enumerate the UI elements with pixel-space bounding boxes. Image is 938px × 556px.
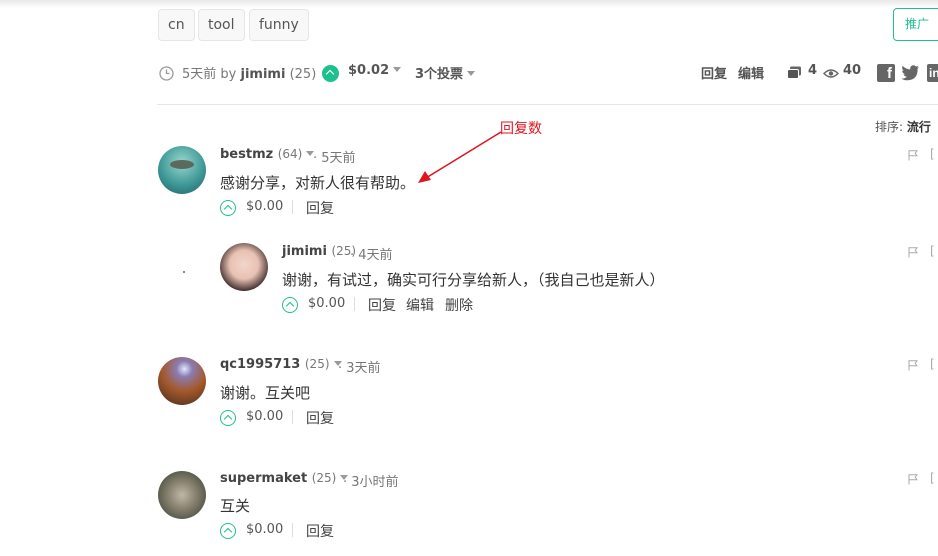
tag-cn[interactable]: cn xyxy=(158,9,195,41)
tag-funny[interactable]: funny xyxy=(249,9,309,41)
comment-author[interactable]: bestmz (64) xyxy=(220,147,318,162)
divider xyxy=(292,200,293,214)
upvote-icon[interactable] xyxy=(282,297,298,313)
upvote-icon[interactable] xyxy=(220,200,236,216)
edit-button[interactable]: 编辑 xyxy=(406,295,434,315)
author-rep: (25) xyxy=(311,471,337,485)
eye-icon xyxy=(823,69,839,78)
collapse-icon[interactable]: [ xyxy=(930,471,935,485)
comments-icon[interactable] xyxy=(787,66,802,80)
divider xyxy=(354,297,355,311)
reply-button[interactable]: 回复 xyxy=(368,295,396,315)
comment-author[interactable]: qc1995713 (25) xyxy=(220,357,346,372)
comment-payout[interactable]: $0.00 xyxy=(246,199,283,214)
comment-time[interactable]: · 3小时前 xyxy=(343,471,399,490)
comment-body: 感谢分享，对新人很有帮助。 xyxy=(220,174,416,192)
comment-payout[interactable]: $0.00 xyxy=(308,296,345,311)
post-payout[interactable]: $0.02 xyxy=(348,63,405,78)
view-count: 40 xyxy=(843,63,862,78)
comment-time[interactable]: · 4天前 xyxy=(350,244,393,263)
chevron-down-icon xyxy=(467,71,476,76)
post-time-ago: 5天前 xyxy=(182,67,217,82)
post-reply-button[interactable]: 回复 xyxy=(701,63,727,82)
flag-icon[interactable] xyxy=(908,247,919,258)
comment-body: 互关 xyxy=(220,497,251,515)
comment-time[interactable]: · 5天前 xyxy=(313,147,356,166)
sort-value[interactable]: 流行 xyxy=(907,120,931,134)
clock-icon xyxy=(159,66,174,81)
thread-dot xyxy=(183,271,185,273)
author-rep: (25) xyxy=(304,357,330,371)
post-author-rep: (25) xyxy=(289,67,317,82)
twitter-icon[interactable] xyxy=(901,65,920,81)
sort-label: 排序: xyxy=(875,120,904,134)
comment-author[interactable]: jimimi (25) xyxy=(282,244,356,259)
collapse-icon[interactable]: [ xyxy=(930,244,935,258)
facebook-icon[interactable]: f xyxy=(877,64,895,82)
divider xyxy=(157,104,938,105)
promote-button[interactable]: 推广 xyxy=(893,8,938,41)
upvote-icon[interactable] xyxy=(322,65,339,82)
avatar[interactable] xyxy=(158,146,206,194)
comment-author[interactable]: supermaket (25) xyxy=(220,471,352,486)
collapse-icon[interactable]: [ xyxy=(930,147,935,161)
reply-button[interactable]: 回复 xyxy=(306,198,334,218)
author-rep: (64) xyxy=(277,147,303,161)
chevron-down-icon xyxy=(393,67,402,72)
avatar[interactable] xyxy=(158,357,206,405)
post-edit-button[interactable]: 编辑 xyxy=(738,63,764,82)
annotation-label: 回复数 xyxy=(500,121,542,137)
upvote-icon[interactable] xyxy=(220,523,236,539)
upvote-icon[interactable] xyxy=(220,410,236,426)
linkedin-icon[interactable]: in xyxy=(927,64,938,82)
post-votes[interactable]: 3个投票 xyxy=(415,63,479,82)
avatar[interactable] xyxy=(158,471,206,519)
delete-button[interactable]: 删除 xyxy=(445,295,473,315)
avatar-turtle xyxy=(170,160,194,169)
post-by: by xyxy=(220,67,237,82)
reply-button[interactable]: 回复 xyxy=(306,408,334,428)
divider xyxy=(292,410,293,424)
top-bar-shadow xyxy=(0,0,938,8)
comment-count: 4 xyxy=(808,63,818,78)
divider xyxy=(292,523,293,537)
collapse-icon[interactable]: [ xyxy=(930,357,935,371)
tag-tool[interactable]: tool xyxy=(198,9,245,41)
comment-time[interactable]: · 3天前 xyxy=(338,357,381,376)
post-author[interactable]: jimimi xyxy=(241,67,286,82)
post-time: 5天前 by jimimi (25) xyxy=(182,63,316,82)
annotation-arrow-icon xyxy=(418,131,502,183)
flag-icon[interactable] xyxy=(908,150,919,161)
comment-payout[interactable]: $0.00 xyxy=(246,522,283,537)
flag-icon[interactable] xyxy=(908,360,919,371)
reply-button[interactable]: 回复 xyxy=(306,521,334,541)
flag-icon[interactable] xyxy=(908,474,919,485)
comment-body: 谢谢。互关吧 xyxy=(220,384,311,402)
avatar[interactable] xyxy=(220,243,268,291)
comment-body: 谢谢，有试过，确实可行分享给新人，（我自己也是新人） xyxy=(282,271,665,289)
sort-control[interactable]: 排序: 流行 xyxy=(875,118,931,135)
comment-payout[interactable]: $0.00 xyxy=(246,409,283,424)
